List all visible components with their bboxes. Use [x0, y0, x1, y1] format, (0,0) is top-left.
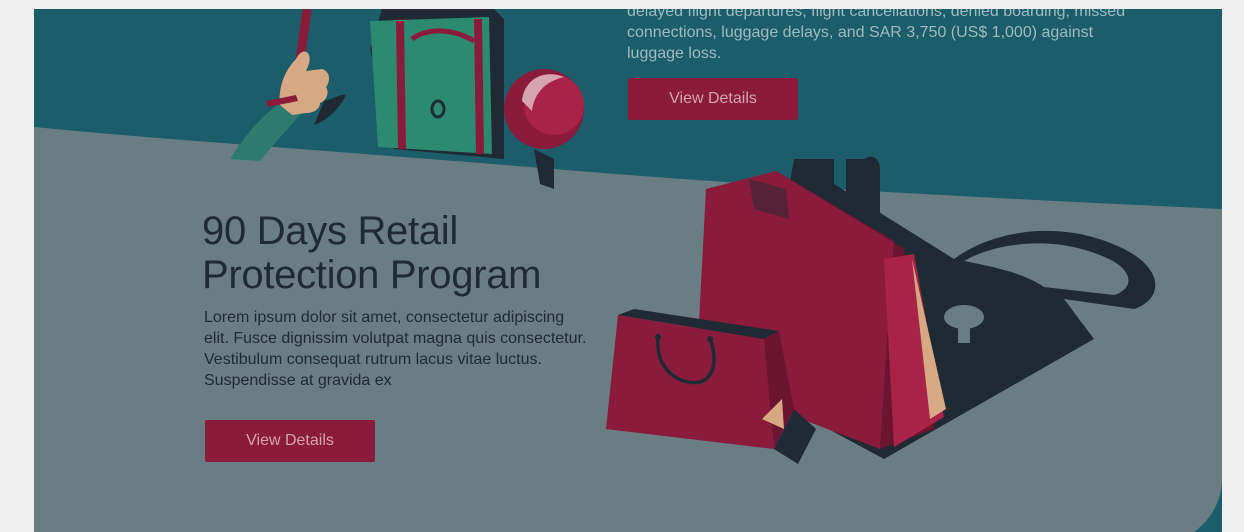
teal-corner-accent — [1194, 479, 1222, 532]
content-panel: delayed flight departures, flight cancel… — [34, 9, 1222, 532]
retail-protection-title: 90 Days Retail Protection Program — [202, 209, 542, 297]
retail-protection-description: Lorem ipsum dolor sit amet, consectetur … — [204, 309, 587, 389]
page-root: delayed flight departures, flight cancel… — [0, 0, 1244, 532]
travel-view-details-button[interactable]: View Details — [628, 78, 798, 120]
suitcase-illustration — [370, 9, 504, 159]
travel-insurance-description: delayed flight departures, flight cancel… — [627, 9, 1126, 62]
retail-view-details-button[interactable]: View Details — [205, 420, 375, 462]
hat-illustration — [504, 69, 584, 189]
